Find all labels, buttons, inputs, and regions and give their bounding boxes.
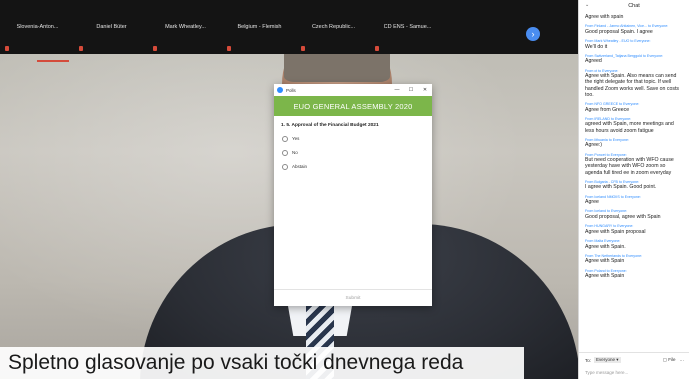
participant-thumbnail[interactable]: Slovenia-Anton...: [1, 0, 74, 54]
message-text: Agree from Greece: [585, 106, 630, 113]
poll-option-no[interactable]: No: [282, 149, 432, 156]
recipient-row: To: Everyone ▾ ▢ File ···: [585, 356, 684, 364]
message-text: Agree:): [585, 142, 603, 149]
chat-message: From ct to Everyone: Agree with Spain. A…: [585, 69, 684, 98]
radio-button[interactable]: [282, 135, 288, 142]
next-participants-button[interactable]: ›: [526, 27, 540, 41]
message-text: Good proposal Spain. I agree: [585, 28, 653, 35]
poll-footer: Submit: [274, 289, 432, 306]
message-text: Good proposal, agree with Spain: [585, 213, 661, 220]
option-label: No: [292, 150, 298, 155]
participant-name: Belgium - Flemish: [237, 24, 282, 30]
recipient-dropdown[interactable]: Everyone ▾: [594, 357, 621, 363]
message-text: Agree with Spain proposal: [585, 228, 646, 235]
chat-compose-area: To: Everyone ▾ ▢ File ···: [579, 352, 689, 379]
caption-overlay: Spletno glasovanje po vsaki točki dnevne…: [0, 347, 524, 379]
file-button[interactable]: ▢ File: [663, 357, 676, 363]
poll-question: 1. 5. Approval of the Financial Budget 2…: [281, 123, 379, 128]
option-label: Abstain: [292, 164, 308, 169]
chat-panel: ⌄ Chat Agree with spain From Finland - J…: [578, 0, 689, 379]
poll-window-title: Polls: [286, 87, 296, 93]
chat-message: From Iceland to Everyone: Good proposal,…: [585, 209, 684, 220]
chat-title: Chat: [628, 3, 640, 9]
speaker-hair: [284, 54, 390, 82]
message-text: Agreed: [585, 58, 602, 65]
maximize-button[interactable]: ☐: [404, 87, 418, 93]
participant-name: Daniel Büter: [96, 24, 127, 30]
participant-thumbnail[interactable]: CD ENS - Samue...: [371, 0, 444, 54]
message-text: We'll do it: [585, 43, 608, 50]
participant-thumbnail[interactable]: Belgium - Flemish: [223, 0, 296, 54]
poll-banner: EUO GENERAL ASSEMBLY 2020: [274, 96, 432, 116]
speaker-indicator: [37, 60, 69, 62]
option-label: Yes: [292, 136, 300, 141]
message-text: Agree with spain: [585, 14, 624, 20]
chat-message: From Poncet to Everyone: But need cooper…: [585, 153, 684, 176]
muted-mic-icon: [375, 46, 379, 51]
participant-name: CD ENS - Samue...: [383, 24, 432, 30]
chat-header: ⌄ Chat: [579, 0, 689, 12]
chat-message: From IRELAND to Everyone: agreed with Sp…: [585, 117, 684, 134]
chat-message-list[interactable]: Agree with spain From Finland - Jarmo Ah…: [579, 14, 689, 350]
poll-titlebar: Polls — ☐ ✕: [274, 84, 432, 96]
message-text: But need cooperation with WFO cause yest…: [585, 157, 674, 176]
chat-message: From HUNGARY to Everyone: Agree with Spa…: [585, 224, 684, 235]
chat-message: From Bulgaria - CFB to Everyone: I agree…: [585, 180, 684, 191]
chat-message-input[interactable]: [585, 367, 684, 377]
video-area: Slovenia-Anton... Daniel Büter Mark Whea…: [0, 0, 578, 379]
muted-mic-icon: [5, 46, 9, 51]
chat-message: From Iceland NMOIIS to Everyone: Agree: [585, 195, 684, 206]
message-text: Agree with Spain. Also means can send th…: [585, 73, 679, 98]
poll-dialog: Polls — ☐ ✕ EUO GENERAL ASSEMBLY 2020 1.…: [274, 84, 432, 306]
poll-option-yes[interactable]: Yes: [282, 135, 432, 142]
muted-mic-icon: [301, 46, 305, 51]
muted-mic-icon: [227, 46, 231, 51]
message-text: I agree with Spain. Good point.: [585, 184, 657, 191]
chat-message: From lithuania to Everyone: Agree:): [585, 138, 684, 149]
radio-button[interactable]: [282, 163, 288, 170]
to-label: To:: [585, 357, 592, 363]
chat-message: From Mark Wheatley - EUO to Everyone: We…: [585, 39, 684, 50]
muted-mic-icon: [153, 46, 157, 51]
participant-name: Slovenia-Anton...: [16, 24, 59, 30]
submit-button[interactable]: Submit: [346, 296, 361, 301]
close-button[interactable]: ✕: [418, 87, 432, 93]
chat-message: From Poland to Everyone: Agree with Spai…: [585, 269, 684, 280]
caption-text: Spletno glasovanje po vsaki točki dnevne…: [8, 351, 464, 374]
message-text: Agree: [585, 199, 599, 206]
minimize-button[interactable]: —: [390, 87, 404, 93]
poll-option-abstain[interactable]: Abstain: [282, 163, 432, 170]
chat-message: From The Netherlands to Everyone: Agree …: [585, 254, 684, 265]
zoom-meeting-window: Slovenia-Anton... Daniel Büter Mark Whea…: [0, 0, 689, 379]
participant-thumbnail[interactable]: Mark Wheatley...: [149, 0, 222, 54]
chat-message: Agree with spain: [585, 14, 684, 20]
participant-thumbnail-strip: Slovenia-Anton... Daniel Büter Mark Whea…: [0, 0, 578, 54]
chevron-down-icon[interactable]: ⌄: [585, 2, 589, 8]
poll-banner-title: EUO GENERAL ASSEMBLY 2020: [293, 101, 413, 111]
zoom-logo-icon: [277, 87, 283, 93]
message-text: agreed with Spain, more meetings and les…: [585, 121, 674, 134]
chat-message: From Finland - Jarmo Ahtiainen, Vice... …: [585, 24, 684, 35]
message-text: Agree with Spain.: [585, 243, 626, 250]
participant-name: Mark Wheatley...: [165, 24, 206, 30]
message-text: Agree with Spain: [585, 258, 625, 265]
chat-message: From Malta Everyone: Agree with Spain.: [585, 239, 684, 250]
participant-thumbnail[interactable]: Daniel Büter: [75, 0, 148, 54]
muted-mic-icon: [79, 46, 83, 51]
more-options-button[interactable]: ···: [680, 358, 685, 363]
participant-name: Czech Republic...: [311, 24, 356, 30]
message-text: Agree with Spain: [585, 273, 625, 280]
participant-thumbnail[interactable]: Czech Republic...: [297, 0, 370, 54]
radio-button[interactable]: [282, 149, 288, 156]
chat-message: From Switzerland_Tatjana Berggold to Eve…: [585, 54, 684, 65]
chat-message: From NFO GREECE to Everyone: Agree from …: [585, 102, 684, 113]
